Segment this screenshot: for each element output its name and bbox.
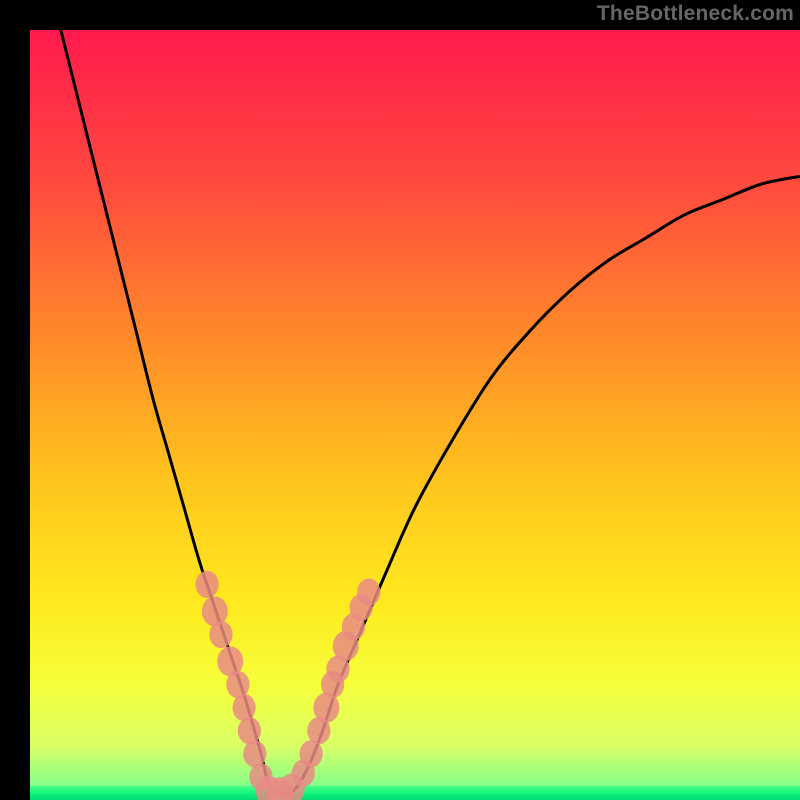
chart-frame: TheBottleneck.com [0, 0, 800, 800]
curve-marker [233, 694, 256, 721]
curve-marker [226, 671, 249, 698]
watermark-text: TheBottleneck.com [597, 2, 794, 26]
plot-area [30, 30, 800, 800]
curve-layer [30, 30, 800, 800]
curve-marker [238, 717, 261, 744]
curve-markers [196, 571, 381, 800]
bottleneck-curve [61, 30, 800, 794]
curve-marker [196, 571, 219, 598]
curve-marker [357, 579, 380, 606]
curve-marker [243, 740, 266, 767]
curve-marker [209, 621, 232, 648]
